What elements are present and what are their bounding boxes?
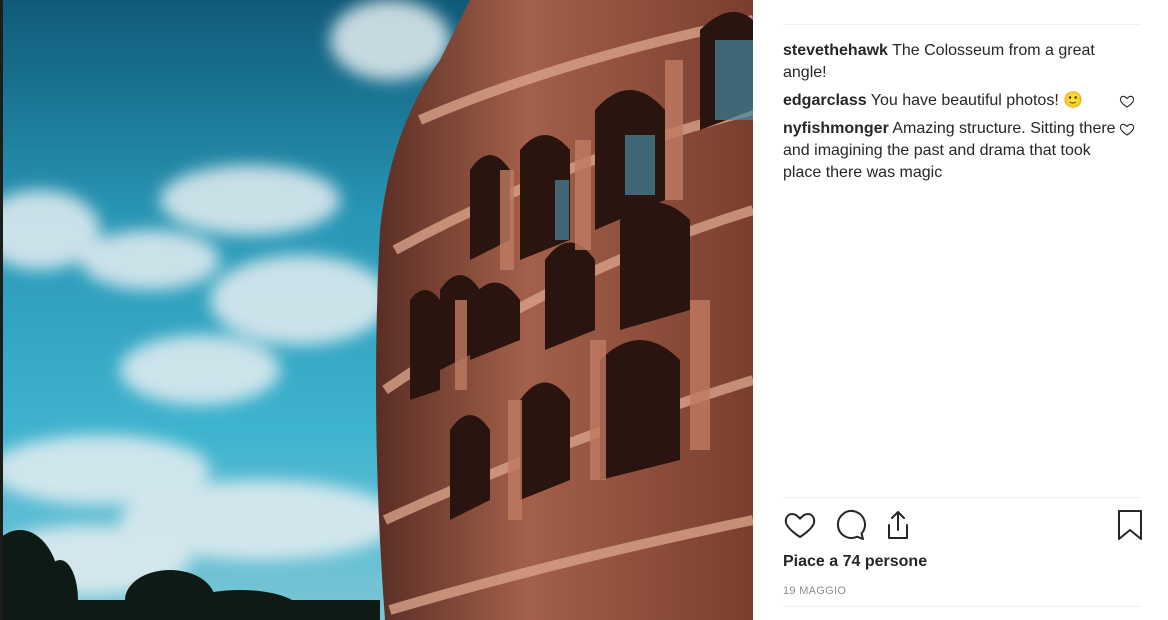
comment-caption: stevethehawk The Colosseum from a great … — [783, 40, 1153, 84]
post-actions — [783, 508, 1142, 542]
heart-icon[interactable] — [783, 508, 817, 542]
comments-list: stevethehawk The Colosseum from a great … — [783, 40, 1153, 190]
divider — [783, 24, 1141, 25]
comment-text: You have beautiful photos! 🙂 — [870, 92, 1084, 109]
heart-icon[interactable] — [1119, 93, 1135, 109]
post-date: 19 MAGGIO — [783, 585, 847, 597]
colosseum-photo — [0, 0, 753, 620]
comment: nyfishmonger Amazing structure. Sitting … — [783, 118, 1153, 184]
share-icon[interactable] — [881, 508, 915, 542]
comment-icon[interactable] — [833, 508, 867, 542]
heart-icon[interactable] — [1119, 121, 1135, 137]
post-side-panel: stevethehawk The Colosseum from a great … — [753, 0, 1168, 620]
comment-username[interactable]: nyfishmonger — [783, 120, 889, 137]
post-photo[interactable] — [0, 0, 753, 620]
comment: edgarclass You have beautiful photos! 🙂 — [783, 90, 1153, 112]
bookmark-icon[interactable] — [1113, 508, 1147, 542]
divider — [783, 497, 1141, 498]
likes-count[interactable]: Piace a 74 persone — [783, 553, 927, 571]
window-edge — [0, 0, 3, 620]
comment-username[interactable]: edgarclass — [783, 92, 867, 109]
comment-username[interactable]: stevethehawk — [783, 42, 888, 59]
divider — [783, 606, 1141, 607]
